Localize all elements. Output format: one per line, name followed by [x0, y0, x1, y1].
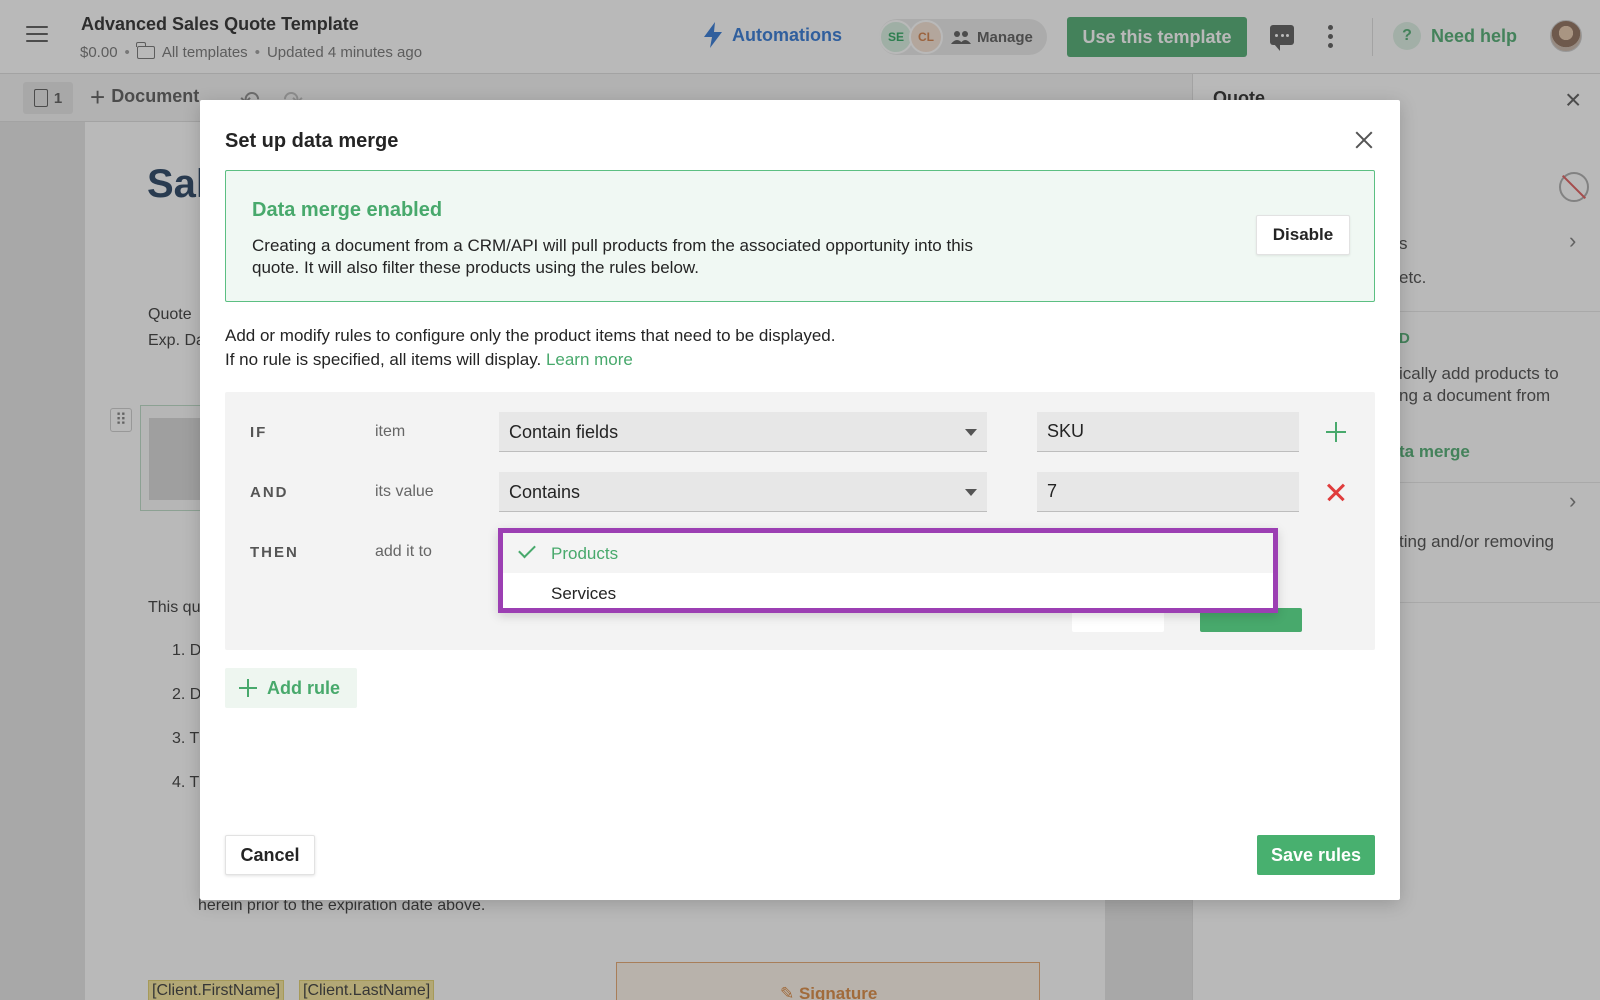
remove-condition-icon[interactable] — [1323, 479, 1349, 505]
target-dropdown-menu: Products Services — [498, 528, 1278, 613]
data-merge-modal: Set up data merge Data merge enabled Cre… — [200, 100, 1400, 900]
plus-icon — [239, 679, 257, 697]
option-label: Products — [551, 544, 619, 563]
then-sublabel: add it to — [375, 543, 432, 560]
add-rule-button[interactable]: Add rule — [225, 668, 357, 708]
condition-select[interactable]: Contain fields — [499, 412, 987, 452]
and-label: AND — [250, 484, 289, 501]
save-rules-button[interactable]: Save rules — [1257, 835, 1375, 875]
cancel-button[interactable]: Cancel — [225, 835, 315, 875]
dropdown-option-products[interactable]: Products — [503, 533, 1273, 573]
then-label: THEN — [250, 544, 299, 561]
disable-button[interactable]: Disable — [1256, 215, 1350, 255]
add-condition-icon[interactable] — [1323, 419, 1349, 445]
check-icon — [518, 540, 536, 559]
dropdown-option-services[interactable]: Services — [503, 573, 1273, 613]
option-label: Services — [551, 584, 617, 603]
status-description: Creating a document from a CRM/API will … — [252, 236, 973, 277]
close-icon[interactable] — [1348, 124, 1380, 156]
and-sublabel: its value — [375, 483, 434, 500]
caret-down-icon — [965, 489, 977, 496]
field-name-input[interactable] — [1037, 412, 1299, 452]
rules-info: Add or modify rules to configure only th… — [225, 326, 836, 345]
learn-more-link[interactable]: Learn more — [546, 350, 633, 369]
caret-down-icon — [965, 429, 977, 436]
condition-select-value: Contain fields — [509, 422, 619, 442]
modal-title: Set up data merge — [225, 130, 399, 152]
if-sublabel: item — [375, 423, 406, 440]
operator-select-value: Contains — [509, 482, 581, 502]
data-merge-status-box: Data merge enabled Creating a document f… — [225, 170, 1375, 302]
rules-info-text: If no rule is specified, all items will … — [225, 350, 542, 369]
add-rule-label: Add rule — [267, 677, 341, 698]
status-title: Data merge enabled — [252, 199, 443, 221]
if-label: IF — [250, 424, 268, 441]
operator-select[interactable]: Contains — [499, 472, 987, 512]
value-input[interactable] — [1037, 472, 1299, 512]
rules-info-secondary: If no rule is specified, all items will … — [225, 350, 633, 370]
